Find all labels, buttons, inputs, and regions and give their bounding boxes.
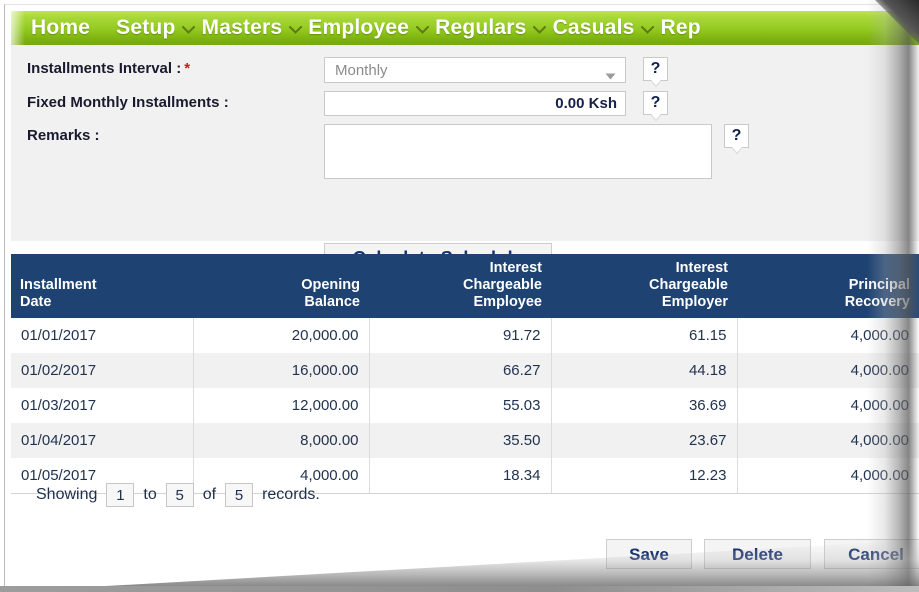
cell-installment-date: 01/01/2017: [11, 318, 194, 353]
cell-interest-employer: 36.69: [551, 388, 738, 423]
nav-item-reports[interactable]: Rep: [659, 11, 703, 45]
cell-interest-employer: 23.67: [551, 423, 738, 458]
column-header-line: Date: [20, 294, 52, 310]
save-button[interactable]: Save: [606, 539, 692, 569]
pagination-of-label: of: [202, 486, 217, 503]
column-header-line: Installment: [20, 277, 97, 293]
pagination-showing-label: Showing: [36, 486, 98, 503]
pagination-summary: Showing 1 to 5 of 5 records.: [36, 483, 329, 507]
column-header-line: Recovery: [844, 294, 910, 310]
delete-button[interactable]: Delete: [704, 539, 811, 569]
chevron-down-icon[interactable]: [411, 22, 433, 34]
form-row-installments-interval: Installments Interval : * Monthly ?: [11, 57, 919, 87]
column-header-interest-chargeable-employer[interactable]: Interest Chargeable Employer: [551, 254, 737, 318]
required-marker: *: [184, 60, 191, 77]
chevron-down-icon[interactable]: [284, 22, 306, 34]
chevron-down-icon[interactable]: [178, 22, 200, 34]
help-button-remarks[interactable]: ?: [724, 124, 749, 148]
remarks-label: Remarks :: [27, 127, 100, 144]
nav-item-home[interactable]: Home: [29, 11, 92, 45]
column-header-line: Opening: [301, 277, 360, 293]
column-header-line: Balance: [304, 294, 360, 310]
application-screenshot: Home Setup Masters Employee Regulars Cas…: [0, 0, 919, 592]
fixed-monthly-installments-label: Fixed Monthly Installments :: [27, 94, 229, 111]
cell-interest-employee: 91.72: [369, 318, 552, 353]
nav-item-regulars[interactable]: Regulars: [433, 11, 528, 45]
table-header-row: Installment Date Opening Balance Interes…: [11, 254, 919, 318]
nav-item-casuals[interactable]: Casuals: [551, 11, 637, 45]
table-row[interactable]: 01/01/2017 20,000.00 91.72 61.15 4,000.0…: [11, 318, 919, 353]
column-header-line: Interest: [675, 260, 728, 276]
cell-installment-date: 01/04/2017: [11, 423, 194, 458]
pagination-records-label: records.: [262, 486, 320, 503]
pagination-total-value[interactable]: 5: [225, 483, 254, 507]
main-navigation-bar: Home Setup Masters Employee Regulars Cas…: [11, 11, 919, 45]
nav-item-masters[interactable]: Masters: [200, 11, 285, 45]
table-header: Installment Date Opening Balance Interes…: [11, 254, 919, 318]
form-row-remarks: Remarks : ?: [11, 124, 919, 184]
cell-opening-balance: 16,000.00: [193, 353, 370, 388]
column-header-opening-balance[interactable]: Opening Balance: [193, 254, 369, 318]
table-row[interactable]: 01/03/2017 12,000.00 55.03 36.69 4,000.0…: [11, 388, 919, 423]
fixed-monthly-installments-value: 0.00 Ksh: [555, 95, 617, 112]
cell-interest-employee: 18.34: [369, 458, 552, 494]
nav-item-setup[interactable]: Setup: [114, 11, 177, 45]
cell-principal-recovery: 4,000.00: [737, 423, 919, 458]
cell-interest-employee: 35.50: [369, 423, 552, 458]
cell-principal-recovery: 4,000.00: [850, 397, 909, 414]
column-header-installment-date[interactable]: Installment Date: [11, 254, 193, 318]
cell-interest-employee: 55.03: [369, 388, 552, 423]
column-header-line: Principal: [848, 277, 910, 293]
cell-interest-employer: 61.15: [551, 318, 738, 353]
installment-schedule-table: Installment Date Opening Balance Interes…: [11, 254, 919, 494]
table-row[interactable]: 01/02/2017 16,000.00 66.27 44.18 4,000.0…: [11, 353, 919, 388]
installments-interval-label: Installments Interval : *: [27, 57, 190, 81]
form-row-fixed-monthly-installments: Fixed Monthly Installments : 0.00 Ksh ?: [11, 91, 919, 121]
pagination-to-value[interactable]: 5: [165, 483, 194, 507]
help-button-fixed-monthly-installments[interactable]: ?: [643, 91, 668, 115]
cancel-button[interactable]: Cancel: [824, 539, 919, 569]
cell-installment-date: 01/03/2017: [11, 388, 194, 423]
chevron-down-icon[interactable]: [637, 22, 659, 34]
cell-interest-employer: 44.18: [551, 353, 738, 388]
cell-opening-balance: 8,000.00: [193, 423, 370, 458]
table-row[interactable]: 01/04/2017 8,000.00 35.50 23.67 4,000.00: [11, 423, 919, 458]
nav-item-employee[interactable]: Employee: [306, 11, 411, 45]
column-header-line: Chargeable: [649, 277, 728, 293]
column-header-line: Interest: [489, 260, 542, 276]
cell-opening-balance: 12,000.00: [193, 388, 370, 423]
column-header-line: Employee: [473, 294, 543, 310]
pagination-to-label: to: [143, 486, 157, 503]
installments-interval-select[interactable]: Monthly: [324, 57, 626, 83]
pagination-from-value[interactable]: 1: [106, 483, 135, 507]
column-header-line: Employer: [661, 294, 728, 310]
column-header-principal-recovery[interactable]: Principal Recovery: [737, 254, 919, 318]
cell-principal-recovery: 4,000.00: [737, 458, 919, 494]
cell-principal-recovery: 4,000.00: [850, 327, 909, 344]
installments-interval-label-text: Installments Interval :: [27, 60, 182, 77]
column-header-interest-chargeable-employee[interactable]: Interest Chargeable Employee: [369, 254, 551, 318]
installments-interval-value: Monthly: [335, 61, 388, 79]
cell-installment-date: 01/02/2017: [11, 353, 194, 388]
column-header-line: Chargeable: [463, 277, 542, 293]
cell-interest-employee: 66.27: [369, 353, 552, 388]
chevron-down-icon: [605, 67, 616, 84]
installment-form-panel: Installments Interval : * Monthly ? Fixed…: [11, 45, 919, 274]
cell-principal-recovery: 4,000.00: [737, 353, 919, 388]
cell-opening-balance: 20,000.00: [193, 318, 370, 353]
chevron-down-icon[interactable]: [529, 22, 551, 34]
table-body: 01/01/2017 20,000.00 91.72 61.15 4,000.0…: [11, 318, 919, 494]
remarks-textarea[interactable]: [324, 124, 712, 179]
help-button-installments-interval[interactable]: ?: [643, 57, 668, 81]
fixed-monthly-installments-input[interactable]: 0.00 Ksh: [324, 91, 626, 116]
cell-interest-employer: 12.23: [551, 458, 738, 494]
